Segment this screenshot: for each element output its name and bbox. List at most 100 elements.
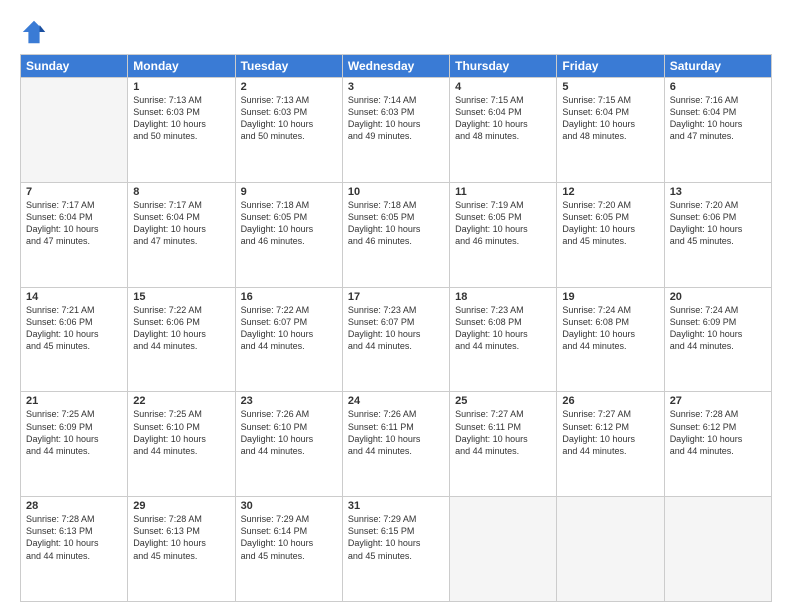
day-info: Sunrise: 7:22 AM Sunset: 6:06 PM Dayligh… xyxy=(133,304,229,353)
day-number: 15 xyxy=(133,291,229,303)
week-row-0: 1Sunrise: 7:13 AM Sunset: 6:03 PM Daylig… xyxy=(21,78,772,183)
day-number: 7 xyxy=(26,186,122,198)
day-number: 20 xyxy=(670,291,766,303)
day-info: Sunrise: 7:19 AM Sunset: 6:05 PM Dayligh… xyxy=(455,199,551,248)
day-number: 22 xyxy=(133,395,229,407)
day-number: 2 xyxy=(241,81,337,93)
day-info: Sunrise: 7:15 AM Sunset: 6:04 PM Dayligh… xyxy=(455,94,551,143)
day-number: 1 xyxy=(133,81,229,93)
day-info: Sunrise: 7:26 AM Sunset: 6:11 PM Dayligh… xyxy=(348,408,444,457)
day-cell: 25Sunrise: 7:27 AM Sunset: 6:11 PM Dayli… xyxy=(450,392,557,497)
day-cell: 1Sunrise: 7:13 AM Sunset: 6:03 PM Daylig… xyxy=(128,78,235,183)
day-cell xyxy=(450,497,557,602)
day-number: 24 xyxy=(348,395,444,407)
day-cell xyxy=(664,497,771,602)
day-info: Sunrise: 7:29 AM Sunset: 6:14 PM Dayligh… xyxy=(241,513,337,562)
day-info: Sunrise: 7:28 AM Sunset: 6:13 PM Dayligh… xyxy=(26,513,122,562)
day-number: 31 xyxy=(348,500,444,512)
day-info: Sunrise: 7:25 AM Sunset: 6:10 PM Dayligh… xyxy=(133,408,229,457)
day-info: Sunrise: 7:24 AM Sunset: 6:08 PM Dayligh… xyxy=(562,304,658,353)
day-cell: 27Sunrise: 7:28 AM Sunset: 6:12 PM Dayli… xyxy=(664,392,771,497)
day-number: 19 xyxy=(562,291,658,303)
day-cell: 26Sunrise: 7:27 AM Sunset: 6:12 PM Dayli… xyxy=(557,392,664,497)
day-info: Sunrise: 7:24 AM Sunset: 6:09 PM Dayligh… xyxy=(670,304,766,353)
day-info: Sunrise: 7:23 AM Sunset: 6:08 PM Dayligh… xyxy=(455,304,551,353)
day-cell: 10Sunrise: 7:18 AM Sunset: 6:05 PM Dayli… xyxy=(342,182,449,287)
day-cell: 12Sunrise: 7:20 AM Sunset: 6:05 PM Dayli… xyxy=(557,182,664,287)
day-info: Sunrise: 7:28 AM Sunset: 6:13 PM Dayligh… xyxy=(133,513,229,562)
day-header-tuesday: Tuesday xyxy=(235,55,342,78)
day-info: Sunrise: 7:25 AM Sunset: 6:09 PM Dayligh… xyxy=(26,408,122,457)
day-cell: 9Sunrise: 7:18 AM Sunset: 6:05 PM Daylig… xyxy=(235,182,342,287)
day-info: Sunrise: 7:22 AM Sunset: 6:07 PM Dayligh… xyxy=(241,304,337,353)
day-info: Sunrise: 7:28 AM Sunset: 6:12 PM Dayligh… xyxy=(670,408,766,457)
day-info: Sunrise: 7:13 AM Sunset: 6:03 PM Dayligh… xyxy=(241,94,337,143)
day-number: 26 xyxy=(562,395,658,407)
day-number: 30 xyxy=(241,500,337,512)
day-cell: 18Sunrise: 7:23 AM Sunset: 6:08 PM Dayli… xyxy=(450,287,557,392)
day-number: 5 xyxy=(562,81,658,93)
day-info: Sunrise: 7:15 AM Sunset: 6:04 PM Dayligh… xyxy=(562,94,658,143)
day-cell: 31Sunrise: 7:29 AM Sunset: 6:15 PM Dayli… xyxy=(342,497,449,602)
day-info: Sunrise: 7:26 AM Sunset: 6:10 PM Dayligh… xyxy=(241,408,337,457)
day-number: 17 xyxy=(348,291,444,303)
day-number: 27 xyxy=(670,395,766,407)
week-row-4: 28Sunrise: 7:28 AM Sunset: 6:13 PM Dayli… xyxy=(21,497,772,602)
day-header-saturday: Saturday xyxy=(664,55,771,78)
day-cell: 23Sunrise: 7:26 AM Sunset: 6:10 PM Dayli… xyxy=(235,392,342,497)
day-number: 28 xyxy=(26,500,122,512)
day-info: Sunrise: 7:20 AM Sunset: 6:06 PM Dayligh… xyxy=(670,199,766,248)
week-row-2: 14Sunrise: 7:21 AM Sunset: 6:06 PM Dayli… xyxy=(21,287,772,392)
logo-icon xyxy=(20,18,48,46)
week-row-1: 7Sunrise: 7:17 AM Sunset: 6:04 PM Daylig… xyxy=(21,182,772,287)
header xyxy=(20,18,772,46)
day-number: 11 xyxy=(455,186,551,198)
day-info: Sunrise: 7:29 AM Sunset: 6:15 PM Dayligh… xyxy=(348,513,444,562)
day-header-sunday: Sunday xyxy=(21,55,128,78)
day-header-wednesday: Wednesday xyxy=(342,55,449,78)
day-number: 4 xyxy=(455,81,551,93)
day-info: Sunrise: 7:20 AM Sunset: 6:05 PM Dayligh… xyxy=(562,199,658,248)
day-number: 16 xyxy=(241,291,337,303)
day-number: 23 xyxy=(241,395,337,407)
day-cell: 21Sunrise: 7:25 AM Sunset: 6:09 PM Dayli… xyxy=(21,392,128,497)
day-cell: 3Sunrise: 7:14 AM Sunset: 6:03 PM Daylig… xyxy=(342,78,449,183)
day-info: Sunrise: 7:21 AM Sunset: 6:06 PM Dayligh… xyxy=(26,304,122,353)
day-cell: 24Sunrise: 7:26 AM Sunset: 6:11 PM Dayli… xyxy=(342,392,449,497)
day-info: Sunrise: 7:27 AM Sunset: 6:12 PM Dayligh… xyxy=(562,408,658,457)
day-cell: 11Sunrise: 7:19 AM Sunset: 6:05 PM Dayli… xyxy=(450,182,557,287)
day-cell: 5Sunrise: 7:15 AM Sunset: 6:04 PM Daylig… xyxy=(557,78,664,183)
day-cell: 8Sunrise: 7:17 AM Sunset: 6:04 PM Daylig… xyxy=(128,182,235,287)
day-info: Sunrise: 7:18 AM Sunset: 6:05 PM Dayligh… xyxy=(348,199,444,248)
day-header-monday: Monday xyxy=(128,55,235,78)
day-cell: 16Sunrise: 7:22 AM Sunset: 6:07 PM Dayli… xyxy=(235,287,342,392)
day-info: Sunrise: 7:27 AM Sunset: 6:11 PM Dayligh… xyxy=(455,408,551,457)
day-number: 12 xyxy=(562,186,658,198)
day-cell: 14Sunrise: 7:21 AM Sunset: 6:06 PM Dayli… xyxy=(21,287,128,392)
day-info: Sunrise: 7:18 AM Sunset: 6:05 PM Dayligh… xyxy=(241,199,337,248)
day-cell: 22Sunrise: 7:25 AM Sunset: 6:10 PM Dayli… xyxy=(128,392,235,497)
day-info: Sunrise: 7:17 AM Sunset: 6:04 PM Dayligh… xyxy=(26,199,122,248)
day-info: Sunrise: 7:17 AM Sunset: 6:04 PM Dayligh… xyxy=(133,199,229,248)
day-header-thursday: Thursday xyxy=(450,55,557,78)
calendar: SundayMondayTuesdayWednesdayThursdayFrid… xyxy=(20,54,772,602)
day-cell: 7Sunrise: 7:17 AM Sunset: 6:04 PM Daylig… xyxy=(21,182,128,287)
day-cell xyxy=(21,78,128,183)
day-number: 10 xyxy=(348,186,444,198)
day-number: 9 xyxy=(241,186,337,198)
day-cell: 15Sunrise: 7:22 AM Sunset: 6:06 PM Dayli… xyxy=(128,287,235,392)
day-cell: 13Sunrise: 7:20 AM Sunset: 6:06 PM Dayli… xyxy=(664,182,771,287)
day-number: 14 xyxy=(26,291,122,303)
header-row: SundayMondayTuesdayWednesdayThursdayFrid… xyxy=(21,55,772,78)
day-number: 21 xyxy=(26,395,122,407)
day-number: 18 xyxy=(455,291,551,303)
day-number: 13 xyxy=(670,186,766,198)
day-info: Sunrise: 7:16 AM Sunset: 6:04 PM Dayligh… xyxy=(670,94,766,143)
day-cell: 20Sunrise: 7:24 AM Sunset: 6:09 PM Dayli… xyxy=(664,287,771,392)
day-cell xyxy=(557,497,664,602)
day-cell: 19Sunrise: 7:24 AM Sunset: 6:08 PM Dayli… xyxy=(557,287,664,392)
day-info: Sunrise: 7:13 AM Sunset: 6:03 PM Dayligh… xyxy=(133,94,229,143)
day-cell: 28Sunrise: 7:28 AM Sunset: 6:13 PM Dayli… xyxy=(21,497,128,602)
day-number: 25 xyxy=(455,395,551,407)
day-number: 8 xyxy=(133,186,229,198)
